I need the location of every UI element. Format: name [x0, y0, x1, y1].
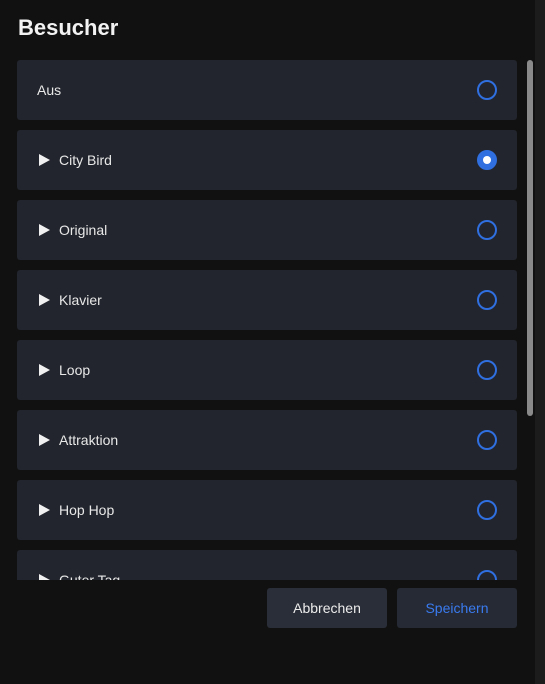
option-attraktion[interactable]: Attraktion [17, 410, 517, 470]
play-icon[interactable] [37, 433, 51, 447]
option-original[interactable]: Original [17, 200, 517, 260]
cancel-button[interactable]: Abbrechen [267, 588, 387, 628]
option-label: Attraktion [59, 432, 119, 448]
radio-icon[interactable] [477, 150, 497, 170]
radio-icon[interactable] [477, 570, 497, 580]
option-label: Aus [37, 82, 62, 98]
play-icon[interactable] [37, 223, 51, 237]
dialog-title: Besucher [18, 15, 119, 40]
play-icon[interactable] [37, 573, 51, 580]
play-icon[interactable] [37, 293, 51, 307]
radio-icon[interactable] [477, 290, 497, 310]
play-icon[interactable] [37, 503, 51, 517]
dialog: Besucher Aus City Bird Original Klavier … [0, 0, 535, 684]
option-loop[interactable]: Loop [17, 340, 517, 400]
option-klavier[interactable]: Klavier [17, 270, 517, 330]
radio-icon[interactable] [477, 360, 497, 380]
option-label: Loop [59, 362, 91, 378]
radio-icon[interactable] [477, 500, 497, 520]
radio-icon[interactable] [477, 220, 497, 240]
background-edge [535, 0, 545, 684]
scrollbar[interactable] [527, 60, 533, 580]
radio-icon[interactable] [477, 430, 497, 450]
scrollbar-thumb[interactable] [527, 60, 533, 416]
radio-icon[interactable] [477, 80, 497, 100]
play-icon[interactable] [37, 153, 51, 167]
option-label: City Bird [59, 152, 112, 168]
option-city-bird[interactable]: City Bird [17, 130, 517, 190]
option-list[interactable]: Aus City Bird Original Klavier Loop Attr… [17, 60, 517, 580]
option-label: Guter Tag [59, 572, 121, 580]
play-icon[interactable] [37, 363, 51, 377]
option-label: Original [59, 222, 108, 238]
option-aus[interactable]: Aus [17, 60, 517, 120]
save-button[interactable]: Speichern [397, 588, 517, 628]
option-guter-tag[interactable]: Guter Tag [17, 550, 517, 580]
option-label: Hop Hop [59, 502, 115, 518]
option-label: Klavier [59, 292, 102, 308]
option-hop-hop[interactable]: Hop Hop [17, 480, 517, 540]
